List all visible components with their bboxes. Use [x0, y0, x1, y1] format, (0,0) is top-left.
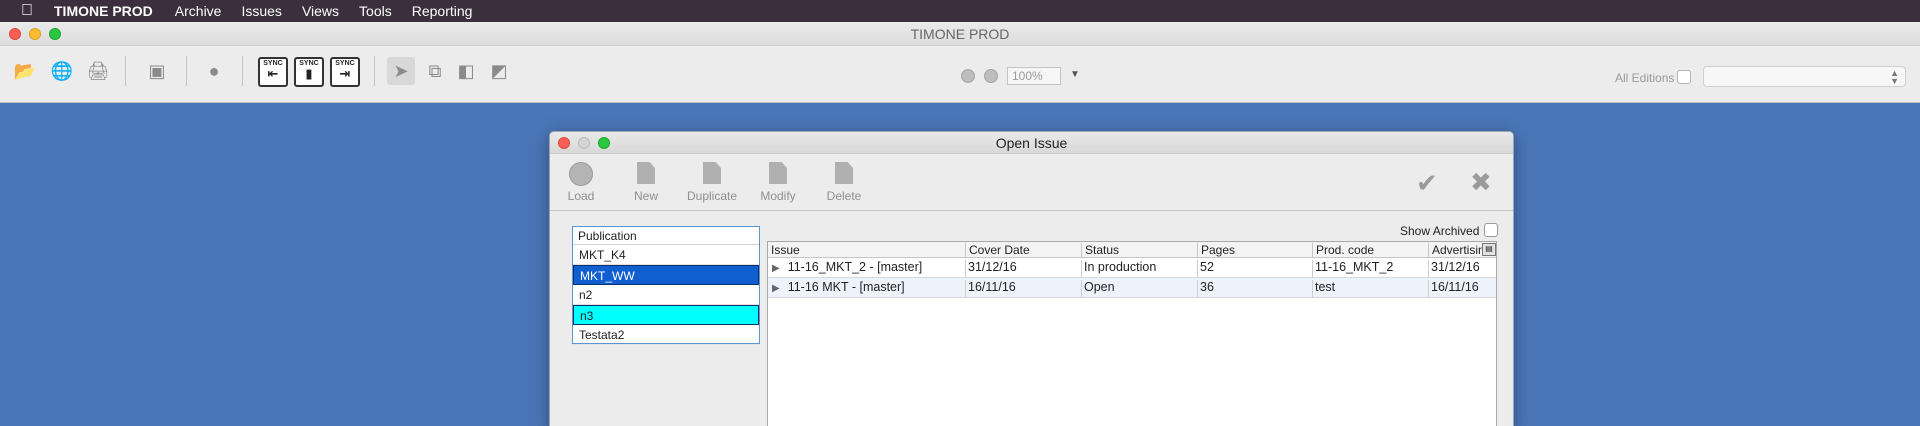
zoom-input[interactable]: 100% [1007, 67, 1061, 85]
apple-logo-icon[interactable]:  [0, 2, 54, 20]
publication-item-selected[interactable]: MKT_WW [573, 265, 759, 285]
modify-document-icon [769, 162, 787, 184]
checkmark-icon[interactable]: ✔ [1416, 168, 1438, 199]
cell-status: In production [1082, 260, 1198, 278]
cell-advertising: 16/11/16 [1431, 280, 1479, 294]
publication-item[interactable]: MKT_K4 [573, 245, 759, 265]
table-row[interactable]: ▶ 11-16_MKT_2 - [master] 31/12/16 In prod… [768, 258, 1496, 278]
main-toolbar: 📂 🌐 🖨 ▣ ● SYNC ⇤ SYNC ▮ SYNC ⇥ ➤ ⧉ ◧ ◩ 100%… [0, 46, 1920, 103]
menu-views[interactable]: Views [292, 3, 349, 19]
cell-issue: ▶ 11-16 MKT - [master] [768, 280, 966, 298]
download-tray-icon[interactable]: ▣ [143, 57, 171, 85]
dialog-title: Open Issue [995, 135, 1068, 151]
publication-item[interactable]: Testata2 [573, 325, 759, 345]
issue-name: 11-16 MKT - [master] [787, 280, 905, 294]
table-row[interactable]: ▶ 11-16 MKT - [master] 16/11/16 Open 36 t… [768, 278, 1496, 298]
new-label: New [633, 189, 658, 203]
publication-item-highlighted[interactable]: n3 [573, 305, 759, 325]
duplicate-document-icon [703, 162, 721, 184]
issue-table-header: Issue Cover Date Status Pages Prod. code… [768, 242, 1496, 258]
menu-reporting[interactable]: Reporting [402, 3, 483, 19]
publication-list: Publication MKT_K4 MKT_WW n2 n3 Testata2 [572, 226, 760, 345]
record-icon[interactable]: ● [200, 57, 228, 85]
column-header-pages[interactable]: Pages [1198, 243, 1313, 258]
show-archived-label: Show Archived [1400, 224, 1480, 238]
main-window: TIMONE PROD 📂 🌐 🖨 ▣ ● SYNC ⇤ SYNC ▮ SYNC ⇥ … [0, 22, 1920, 103]
issue-name: 11-16_MKT_2 - [master] [787, 260, 923, 274]
dialog-toolbar: Load New Duplicate Modify Delete ✔ ✖ [550, 154, 1513, 211]
toolbar-separator [125, 56, 126, 86]
cell-pages: 52 [1198, 260, 1313, 278]
cell-cover-date: 31/12/16 [966, 260, 1082, 278]
publication-item[interactable]: n2 [573, 285, 759, 305]
expand-triangle-icon[interactable]: ▶ [772, 283, 780, 294]
delete-label: Delete [826, 189, 862, 203]
select-chevron-icon: ▲ ▼ [1890, 68, 1899, 86]
zoom-dropdown-icon[interactable]: ▼ [1070, 69, 1080, 80]
cell-issue: ▶ 11-16_MKT_2 - [master] [768, 260, 966, 278]
zoom-out-icon[interactable] [961, 69, 975, 83]
close-x-icon[interactable]: ✖ [1470, 167, 1492, 198]
print-icon[interactable]: 🖨 [84, 57, 112, 85]
shape-tool-icon[interactable]: ◧ [452, 57, 480, 85]
menu-bar:  TIMONE PROD Archive Issues Views Tools… [0, 0, 1920, 22]
cell-prod-code: 11-16_MKT_2 [1313, 260, 1429, 278]
cell-cover-date: 16/11/16 [966, 280, 1082, 298]
cell-status: Open [1082, 280, 1198, 298]
duplicate-button[interactable]: Duplicate [682, 162, 742, 203]
expand-triangle-icon[interactable]: ▶ [772, 263, 780, 274]
move-tool-icon[interactable]: ◩ [485, 57, 513, 85]
open-folder-icon[interactable]: 📂 [11, 57, 39, 85]
cell-advertising: 31/12/16 [1431, 260, 1480, 274]
column-header-issue[interactable]: Issue [768, 243, 966, 258]
open-issue-dialog: Open Issue Load New Duplicate Modify Del… [549, 131, 1514, 426]
column-header-advertising[interactable]: Advertising [1429, 243, 1484, 258]
all-editions-checkbox[interactable] [1677, 70, 1691, 84]
new-document-icon [637, 162, 655, 184]
delete-button[interactable]: Delete [814, 162, 874, 203]
all-editions-label: All Editions [1615, 71, 1675, 85]
load-label: Load [567, 189, 595, 203]
load-button[interactable]: Load [551, 162, 611, 203]
dialog-title-bar: Open Issue [550, 132, 1513, 154]
column-header-prod-code[interactable]: Prod. code [1313, 243, 1429, 258]
toolbar-separator [242, 56, 243, 86]
duplicate-label: Duplicate [686, 189, 738, 203]
column-header-status[interactable]: Status [1082, 243, 1198, 258]
sync-in-icon[interactable]: SYNC ⇤ [258, 57, 288, 87]
column-chooser-icon[interactable]: ▤ [1482, 243, 1496, 256]
delete-document-icon [835, 162, 853, 184]
main-title-bar: TIMONE PROD [0, 22, 1920, 46]
app-name-menu[interactable]: TIMONE PROD [54, 3, 165, 19]
modify-label: Modify [760, 189, 796, 203]
pointer-tool-icon[interactable]: ➤ [387, 57, 415, 85]
zoom-in-icon[interactable] [984, 69, 998, 83]
link-tool-icon[interactable]: ⧉ [421, 57, 449, 85]
toolbar-separator [374, 56, 375, 86]
new-button[interactable]: New [616, 162, 676, 203]
show-archived-checkbox[interactable] [1484, 223, 1498, 237]
main-window-title: TIMONE PROD [910, 26, 1010, 42]
modify-button[interactable]: Modify [748, 162, 808, 203]
cell-prod-code: test [1313, 280, 1429, 298]
sync-out-icon[interactable]: SYNC ⇥ [330, 57, 360, 87]
menu-issues[interactable]: Issues [231, 3, 291, 19]
menu-archive[interactable]: Archive [165, 3, 232, 19]
menu-tools[interactable]: Tools [349, 3, 402, 19]
cell-pages: 36 [1198, 280, 1313, 298]
load-icon [569, 162, 593, 186]
globe-icon[interactable]: 🌐 [48, 57, 76, 85]
edition-select[interactable]: ▲ ▼ [1703, 66, 1906, 87]
issue-table: Issue Cover Date Status Pages Prod. code… [767, 241, 1497, 426]
publication-header: Publication [573, 227, 759, 245]
dialog-body: Publication MKT_K4 MKT_WW n2 n3 Testata2… [550, 212, 1513, 426]
column-header-cover-date[interactable]: Cover Date [966, 243, 1082, 258]
toolbar-separator [186, 56, 187, 86]
sync-page-icon[interactable]: SYNC ▮ [294, 57, 324, 87]
